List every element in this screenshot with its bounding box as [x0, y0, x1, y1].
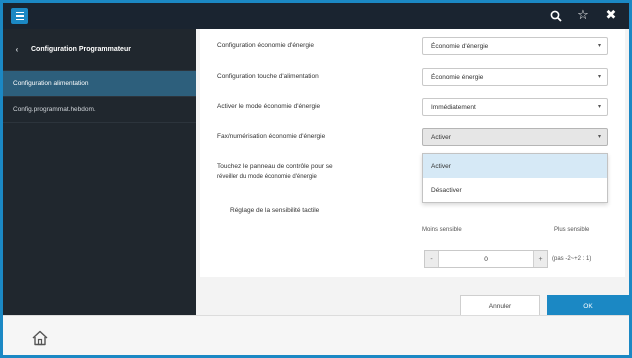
top-bar: ☆ ✖ [3, 3, 629, 29]
chevron-down-icon: ▾ [597, 43, 601, 49]
stepper-value[interactable]: 0 [439, 256, 533, 263]
home-icon[interactable] [30, 328, 50, 348]
menu-icon[interactable] [11, 8, 28, 24]
cancel-button[interactable]: Annuler [460, 295, 540, 317]
select-value: Immédiatement [431, 103, 476, 111]
dropdown-menu: Activer Désactiver [422, 153, 608, 203]
app-window: ☆ ✖ ‹ Configuration Programmateur Config… [3, 3, 629, 355]
sidebar-item-label: Config.programmat.hebdom. [13, 106, 96, 113]
fax-scan-energy-saving-select[interactable]: Activer ▾ [422, 128, 608, 146]
less-sensitive-label: Moins sensible [422, 227, 462, 233]
chevron-down-icon: ▾ [597, 104, 601, 110]
chevron-left-icon[interactable]: ‹ [3, 45, 31, 54]
select-value: Économie d'énergie [431, 42, 489, 50]
chevron-down-icon: ▾ [597, 134, 601, 140]
sensitivity-stepper: - 0 + [424, 250, 548, 268]
close-icon[interactable]: ✖ [603, 8, 619, 24]
search-icon[interactable] [548, 8, 564, 24]
touch-sensitivity-label: Réglage de la sensibilité tactile [230, 207, 320, 214]
power-key-config-select[interactable]: Économie énergie ▾ [422, 68, 608, 86]
dropdown-option-activer[interactable]: Activer [423, 154, 607, 178]
energy-saving-config-label: Configuration économie d'énergie [217, 42, 314, 49]
select-value: Activer [431, 133, 451, 141]
power-key-config-label: Configuration touche d'alimentation [217, 73, 319, 80]
fax-scan-energy-saving-label: Fax/numérisation économie d'énergie [217, 133, 326, 140]
sidebar-item-weekly-timer[interactable]: Config.programmat.hebdom. [3, 97, 196, 123]
more-sensitive-label: Plus sensible [554, 227, 590, 233]
activate-energy-saving-select[interactable]: Immédiatement ▾ [422, 98, 608, 116]
dropdown-option-desactiver[interactable]: Désactiver [423, 178, 607, 202]
touch-wake-label-line1: Touchez le panneau de contrôle pour se [217, 163, 333, 170]
decrement-button[interactable]: - [425, 251, 439, 267]
star-icon[interactable]: ☆ [575, 8, 591, 24]
bottom-bar [3, 315, 629, 355]
sidebar-item-label: Configuration alimentation [13, 80, 89, 87]
stepper-range-hint: (pas -2~+2 : 1) [552, 256, 592, 262]
settings-panel: Configuration économie d'énergie Économi… [200, 29, 625, 277]
sidebar: ‹ Configuration Programmateur Configurat… [3, 29, 196, 315]
sidebar-header: ‹ Configuration Programmateur [3, 29, 196, 71]
sidebar-item-power-config[interactable]: Configuration alimentation [3, 71, 196, 97]
touch-wake-label-line2: réveiller du mode économie d'énergie [217, 174, 317, 180]
ok-button[interactable]: OK [547, 295, 629, 317]
increment-button[interactable]: + [533, 251, 547, 267]
main-content: Configuration économie d'énergie Économi… [196, 29, 629, 317]
select-value: Économie énergie [431, 73, 484, 81]
energy-saving-config-select[interactable]: Économie d'énergie ▾ [422, 37, 608, 55]
sidebar-title: Configuration Programmateur [31, 46, 131, 53]
chevron-down-icon: ▾ [597, 74, 601, 80]
activate-energy-saving-label: Activer le mode économie d'énergie [217, 103, 321, 110]
